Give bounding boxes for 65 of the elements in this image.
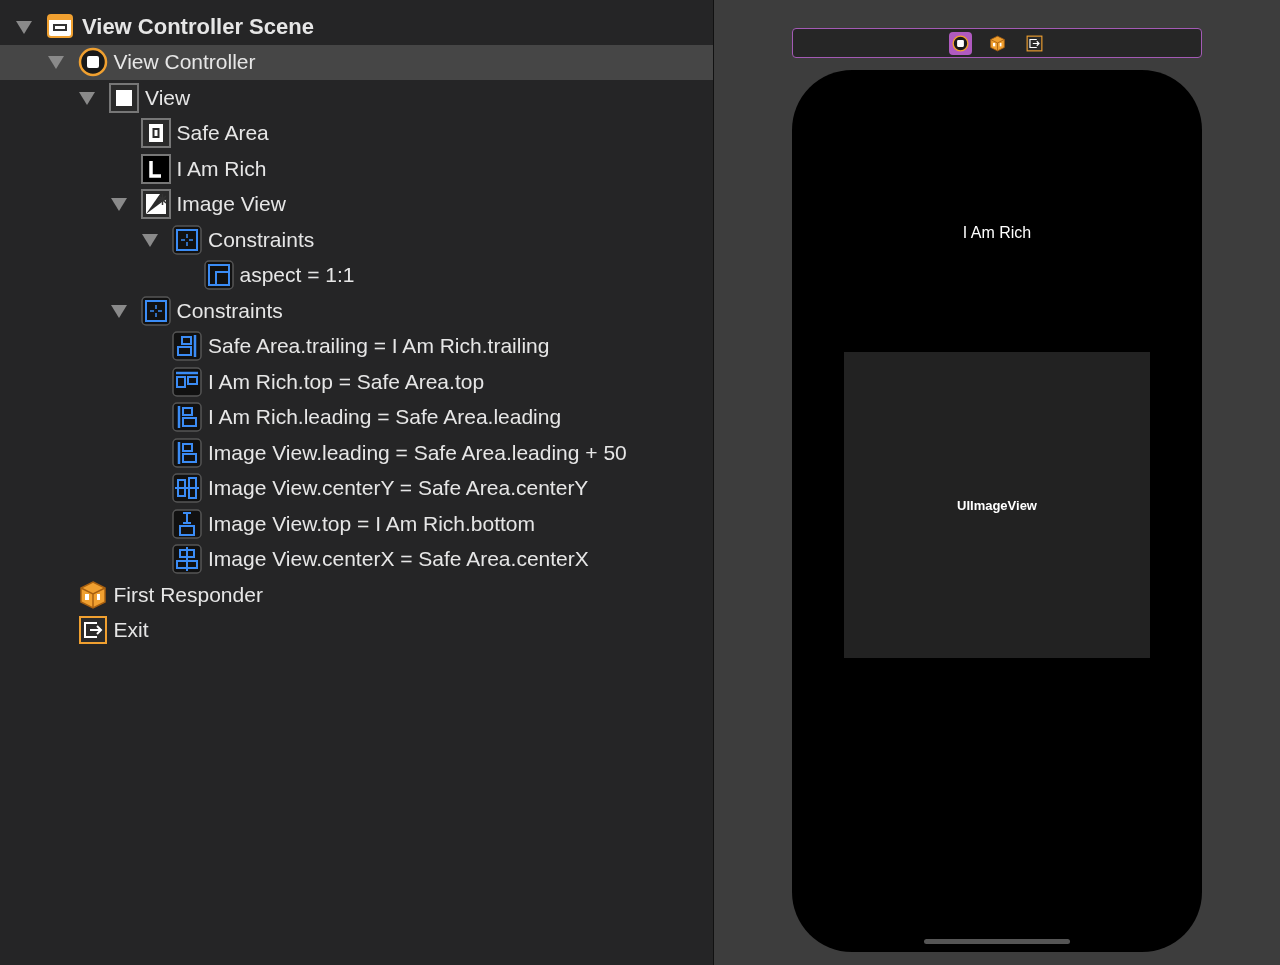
center-y-icon [172, 473, 202, 504]
outline-label: Safe Area.trailing = I Am Rich.trailing [208, 334, 550, 359]
outline-row[interactable]: View [0, 80, 713, 116]
disclosure-triangle-icon[interactable] [109, 302, 128, 319]
responder-icon [77, 579, 108, 610]
outline-label: Image View.centerX = Safe Area.centerX [208, 547, 589, 572]
disclosure-triangle-icon[interactable] [141, 231, 159, 248]
top-icon [172, 366, 202, 397]
constraints-icon [172, 224, 202, 255]
outline-row[interactable]: First Responder [0, 577, 713, 613]
outline-row[interactable]: View Controller Scene [0, 9, 713, 45]
exit-icon [1025, 34, 1043, 52]
outline-label: Constraints [176, 298, 283, 323]
outline-label: Image View.centerY = Safe Area.centerY [208, 476, 589, 501]
outline-label: I Am Rich.top = Safe Area.top [208, 369, 485, 394]
aspect-icon [203, 260, 234, 291]
safe-area-icon [140, 118, 171, 149]
outline-row[interactable]: I Am Rich.top = Safe Area.top [0, 364, 713, 400]
outline-label: Image View.top = I Am Rich.bottom [208, 511, 536, 536]
disclosure-triangle-icon[interactable] [78, 89, 96, 106]
outline-row[interactable]: Image View.centerY = Safe Area.centerY [0, 470, 713, 506]
outline-row[interactable]: Exit [0, 612, 713, 648]
view-icon [109, 82, 139, 113]
image-view-text: UIImageView [957, 497, 1037, 513]
leading-icon [172, 402, 202, 433]
outline-row[interactable]: aspect = 1:1 [0, 257, 713, 293]
outline-label: Image View.leading = Safe Area.leading + 50 [208, 440, 627, 465]
dock-button[interactable] [948, 31, 972, 55]
image-view-icon [140, 189, 171, 220]
outline-label: Safe Area [176, 121, 269, 146]
outline-label: View Controller Scene [82, 13, 314, 40]
outline-row[interactable]: View Controller [0, 44, 713, 80]
center-x-icon [172, 544, 202, 575]
canvas-label: I Am Rich [962, 224, 1032, 242]
outline-row[interactable]: Image View.leading = Safe Area.leading + 50 [0, 435, 713, 471]
disclosure-triangle-icon[interactable] [15, 18, 33, 35]
exit-icon [77, 615, 108, 646]
disclosure-triangle-icon[interactable] [46, 54, 65, 71]
outline-row[interactable]: I Am Rich.leading = Safe Area.leading [0, 399, 713, 435]
outline-label: aspect = 1:1 [239, 263, 355, 288]
outline-row[interactable]: Image View.top = I Am Rich.bottom [0, 506, 713, 542]
outline-label: First Responder [113, 582, 263, 607]
outline-row[interactable]: Image View.centerX = Safe Area.centerX [0, 541, 713, 577]
outline-row[interactable]: Safe Area [0, 115, 713, 151]
disclosure-triangle-icon[interactable] [109, 196, 128, 213]
outline-label: I Am Rich [176, 156, 267, 181]
responder-icon [988, 34, 1006, 52]
outline-label: I Am Rich.leading = Safe Area.leading [208, 405, 562, 430]
outline-row[interactable]: I Am Rich [0, 151, 713, 187]
outline-label: Image View [176, 192, 286, 217]
outline-label: View Controller [113, 50, 256, 75]
spacing-icon [172, 508, 202, 539]
controller-icon [77, 47, 108, 78]
outline-label: View [145, 85, 191, 110]
outline-row[interactable]: Safe Area.trailing = I Am Rich.trailing [0, 328, 713, 364]
label-icon [140, 153, 171, 184]
outline-label: Exit [113, 618, 149, 643]
outline-row[interactable]: Image View [0, 186, 713, 222]
outline-row[interactable]: Constraints [0, 222, 713, 258]
controller-icon [951, 34, 969, 52]
outline-row[interactable]: Constraints [0, 293, 713, 329]
outline-label: Constraints [208, 227, 315, 252]
trailing-icon [172, 331, 202, 362]
constraints-icon [140, 295, 171, 326]
leading-icon [172, 437, 202, 468]
